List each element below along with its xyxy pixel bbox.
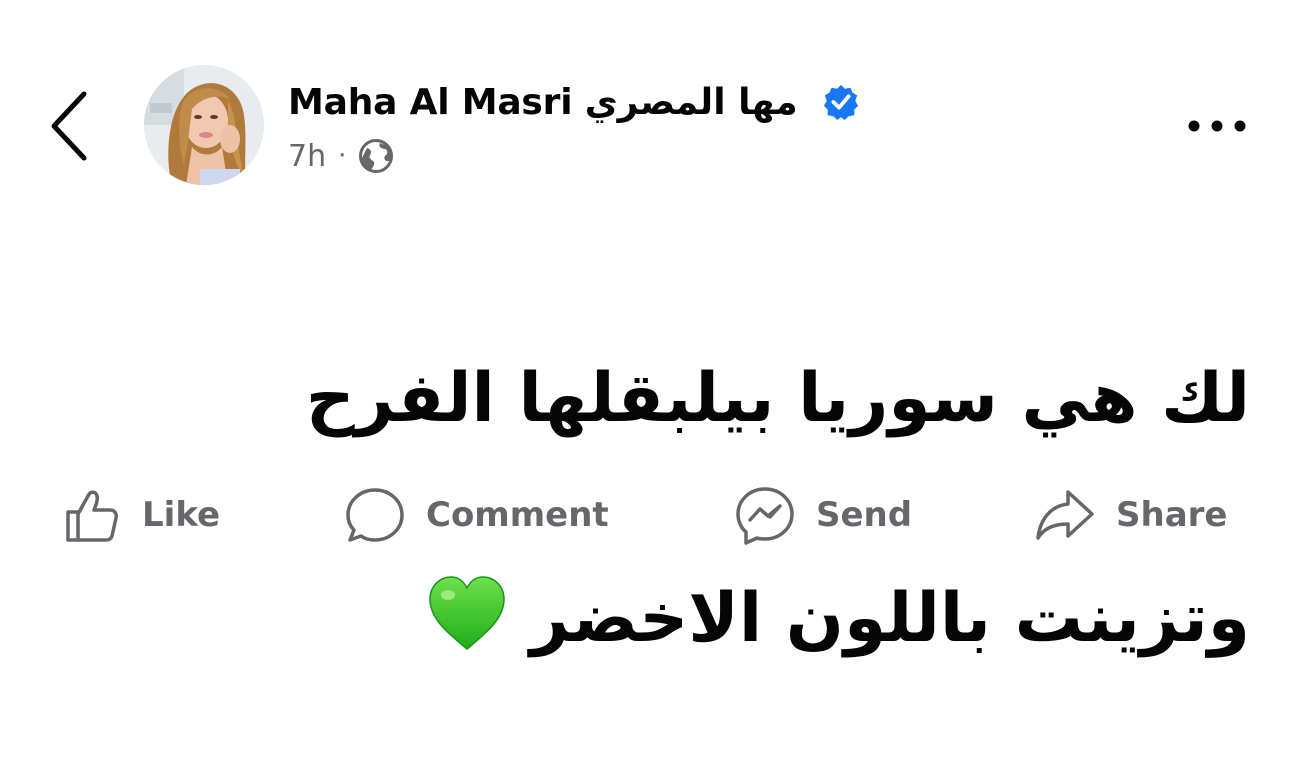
comment-button[interactable]: Comment (344, 470, 609, 560)
green-heart-icon (426, 573, 508, 655)
thumbs-up-icon (66, 490, 118, 542)
profile-photo (144, 65, 264, 185)
verified-badge-icon (822, 83, 860, 121)
share-label: Share (1116, 495, 1228, 535)
comment-label: Comment (426, 495, 609, 535)
author-name[interactable]: Maha Al Masri مها المصري (288, 82, 798, 123)
messenger-icon (736, 487, 794, 545)
like-button[interactable]: Like (60, 470, 220, 560)
action-bar: Like Comment Send Share (0, 470, 1290, 560)
post-text-line-2-text: وتزينت باللون الاخضر (529, 579, 1250, 658)
chevron-left-icon (51, 91, 87, 161)
send-label: Send (816, 495, 913, 535)
meta-separator: · (338, 141, 347, 171)
avatar[interactable] (144, 65, 264, 185)
post-text-line-2: وتزينت باللون الاخضر (250, 564, 1250, 674)
author-row: Maha Al Masri مها المصري (288, 74, 860, 130)
send-button[interactable]: Send (734, 470, 912, 560)
comment-bubble-icon (346, 488, 404, 542)
like-label: Like (142, 495, 221, 535)
post-meta: 7h · (288, 134, 394, 178)
post-timestamp[interactable]: 7h (288, 139, 326, 174)
share-arrow-icon (1036, 490, 1094, 540)
more-dots-icon (1188, 120, 1246, 132)
globe-icon[interactable] (358, 138, 394, 174)
post-text-line-1: لك هي سوريا بيلبقلها الفرح (305, 359, 1250, 438)
share-button[interactable]: Share (1034, 470, 1227, 560)
more-options-button[interactable] (1184, 104, 1250, 144)
back-button[interactable] (40, 86, 100, 166)
